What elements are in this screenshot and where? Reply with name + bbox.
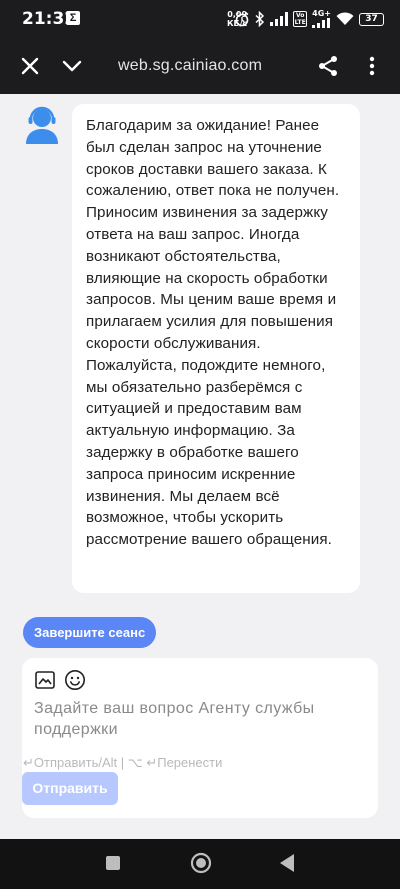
signal-icon — [270, 12, 289, 26]
battery-indicator: 37 — [359, 12, 384, 26]
volte-badge: Vo LTE — [293, 11, 308, 27]
image-upload-icon[interactable] — [35, 670, 55, 690]
agent-message-bubble: Благодарим за ожидание! Ранее был сделан… — [72, 104, 360, 593]
home-icon[interactable] — [190, 852, 212, 874]
message-composer: Задайте ваш вопрос Агенту службы поддерж… — [22, 658, 378, 818]
status-bar: 21:32 Σ 0,09 КБ/с Vo LTE 4G+ 37 — [0, 0, 400, 38]
status-icons: Vo LTE 4G+ 37 — [234, 10, 384, 28]
cell-signal-icon — [312, 18, 331, 28]
message-input[interactable]: Задайте ваш вопрос Агенту службы поддерж… — [34, 698, 369, 740]
bluetooth-icon — [255, 11, 265, 27]
browser-toolbar: web.sg.cainiao.com — [0, 38, 400, 94]
system-navigation-bar — [0, 839, 400, 889]
wifi-icon — [336, 12, 354, 25]
agent-avatar-icon — [26, 106, 58, 144]
share-icon[interactable] — [316, 54, 340, 78]
more-vert-icon[interactable] — [360, 54, 384, 78]
network-type: 4G+ — [312, 9, 331, 18]
app-notification-icon: Σ — [66, 11, 80, 25]
chevron-down-icon[interactable] — [60, 54, 84, 78]
emoji-icon[interactable] — [64, 669, 86, 691]
back-icon[interactable] — [278, 853, 296, 873]
chat-area[interactable]: Благодарим за ожидание! Ранее был сделан… — [0, 94, 400, 839]
alarm-icon — [235, 11, 249, 27]
agent-message-text: Благодарим за ожидание! Ранее был сделан… — [86, 117, 340, 549]
mobile-data: 4G+ — [312, 10, 331, 28]
page-url[interactable]: web.sg.cainiao.com — [118, 57, 262, 75]
close-icon[interactable] — [18, 54, 42, 78]
recent-apps-icon[interactable] — [106, 856, 120, 870]
end-session-button[interactable]: Завершите сеанс — [23, 617, 157, 648]
